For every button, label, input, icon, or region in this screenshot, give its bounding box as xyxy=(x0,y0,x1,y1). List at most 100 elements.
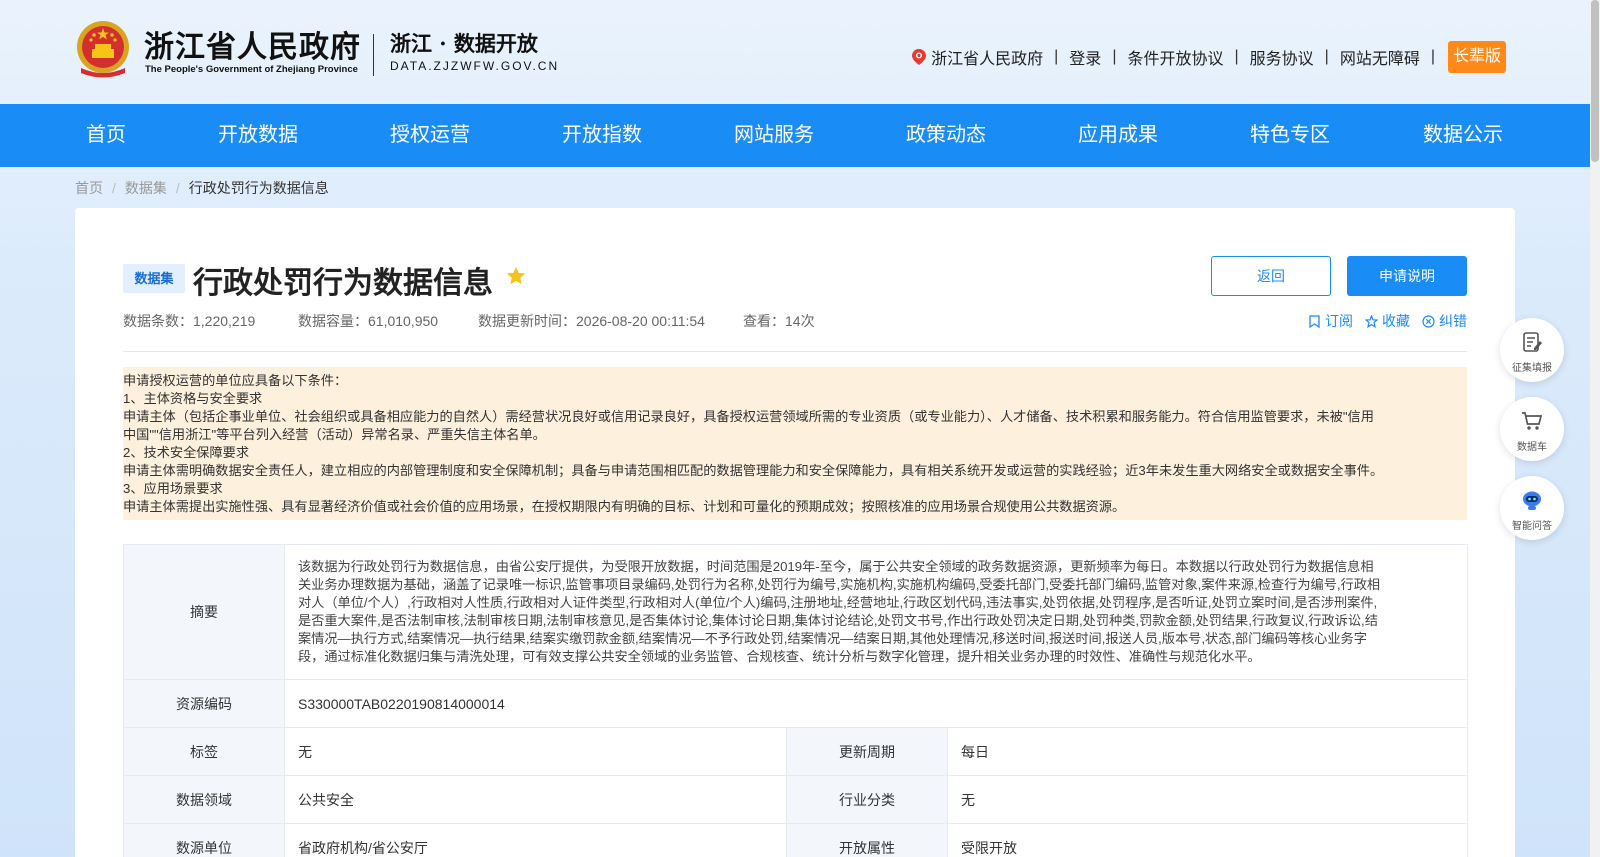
domain-label: 数据领域 xyxy=(123,775,285,824)
header-divider xyxy=(373,34,374,76)
nav-item-authorized-operation[interactable]: 授权运营 xyxy=(390,104,470,167)
abstract-line: 案情况—执行方式,结案情况—执行结果,结案实缴罚款金额,结案情况—不予行政处罚,… xyxy=(298,631,1367,646)
dataset-actions: 订阅 收藏 纠错 xyxy=(1308,311,1467,331)
breadcrumb-home[interactable]: 首页 xyxy=(75,180,103,196)
favorite-label: 收藏 xyxy=(1382,313,1410,329)
location-pin-icon xyxy=(912,49,927,65)
star-outline-icon xyxy=(1365,314,1378,328)
breadcrumb: 首页 / 数据集 / 行政处罚行为数据信息 xyxy=(75,178,329,198)
table-row: 资源编码 S330000TAB0220190814000014 xyxy=(123,679,1468,728)
resource-code-label: 资源编码 xyxy=(123,679,285,728)
data-cart-label: 数据车 xyxy=(1517,442,1547,453)
abstract-line: 关业务办理数据为基础，涵盖了记录唯一标识,监管事项目录编码,处罚行为名称,处罚行… xyxy=(298,577,1381,592)
gov-subtitle: The People's Government of Zhejiang Prov… xyxy=(145,64,358,75)
nav-item-open-index[interactable]: 开放指数 xyxy=(562,104,642,167)
breadcrumb-current: 行政处罚行为数据信息 xyxy=(188,180,329,196)
link-service-agreement[interactable]: 服务协议 xyxy=(1250,45,1314,69)
nav-item-data-publicity[interactable]: 数据公示 xyxy=(1423,104,1503,167)
breadcrumb-dataset[interactable]: 数据集 xyxy=(125,180,167,196)
subscribe-action[interactable]: 订阅 xyxy=(1308,311,1353,331)
notice-line: 3、应用场景要求 xyxy=(123,481,223,496)
link-conditional-agreement[interactable]: 条件开放协议 xyxy=(1127,45,1223,69)
table-row: 数据领域 公共安全 行业分类 无 xyxy=(123,775,1468,824)
nav-item-policy-news[interactable]: 政策动态 xyxy=(906,104,986,167)
abstract-label: 摘要 xyxy=(123,544,285,680)
meta-capacity: 数据容量：61,010,950 xyxy=(298,313,439,329)
shopping-cart-icon xyxy=(1522,412,1543,430)
notice-line: 2、技术安全保障要求 xyxy=(123,445,250,460)
form-edit-icon xyxy=(1523,332,1542,352)
abstract-line: 是否重大案件,是否法制审核,法制审核日期,法制审核意见,是否集体讨论,集体讨论日… xyxy=(298,613,1378,628)
back-button[interactable]: 返回 xyxy=(1211,256,1331,296)
robot-icon xyxy=(1523,491,1541,510)
source-unit-value: 省政府机构/省公安厅 xyxy=(284,823,787,857)
abstract-line: 该数据为行政处罚行为数据信息，由省公安厅提供，为受限开放数据，时间范围是2019… xyxy=(298,559,1374,574)
tag-label: 标签 xyxy=(123,727,285,776)
notice-line: 申请主体需明确数据安全责任人，建立相应的内部管理制度和安全保障机制；具备与申请范… xyxy=(123,463,1384,478)
dataset-detail-card: 数据集 行政处罚行为数据信息 返回 申请说明 数据条数：1,220,219 数据… xyxy=(75,208,1515,857)
notice-line: 申请主体（包括企事业单位、社会组织或具备相应能力的自然人）需经营状况良好或信用记… xyxy=(123,409,1374,424)
breadcrumb-separator: / xyxy=(175,180,180,196)
data-cart-tool[interactable]: 数据车 xyxy=(1500,397,1564,461)
notice-line: 申请授权运营的单位应具备以下条件： xyxy=(123,373,348,388)
open-attribute-label: 开放属性 xyxy=(786,823,948,857)
nav-item-home[interactable]: 首页 xyxy=(86,104,126,167)
abstract-value: 该数据为行政处罚行为数据信息，由省公安厅提供，为受限开放数据，时间范围是2019… xyxy=(284,544,1468,680)
star-icon xyxy=(506,266,526,285)
link-separator: | xyxy=(1112,48,1117,65)
scrollbar-thumb[interactable] xyxy=(1591,0,1599,162)
table-row: 数源单位 省政府机构/省公安厅 开放属性 受限开放 xyxy=(123,823,1468,857)
abstract-line: 对人（单位/个人）,行政相对人性质,行政相对人证件类型,行政相对人(单位/个人)… xyxy=(298,595,1378,610)
dataset-type-badge: 数据集 xyxy=(123,264,185,293)
elder-mode-button[interactable]: 长辈版 xyxy=(1447,41,1506,73)
correct-action[interactable]: 纠错 xyxy=(1422,311,1467,331)
nav-item-special-zone[interactable]: 特色专区 xyxy=(1250,104,1330,167)
industry-value: 无 xyxy=(947,775,1468,824)
smart-qa-label: 智能问答 xyxy=(1512,521,1552,532)
notice-line: 申请主体需提出实施性强、具有显著经济价值或社会价值的应用场景，在授权期限内有明确… xyxy=(123,499,1126,514)
dataset-info-table: 摘要 该数据为行政处罚行为数据信息，由省公安厅提供，为受限开放数据，时间范围是2… xyxy=(123,544,1468,857)
update-cycle-value: 每日 xyxy=(947,727,1468,776)
gov-title: 浙江省人民政府 xyxy=(144,30,361,65)
nav-item-app-results[interactable]: 应用成果 xyxy=(1078,104,1158,167)
subscribe-label: 订阅 xyxy=(1325,313,1353,329)
tag-value: 无 xyxy=(284,727,787,776)
authorization-notice: 申请授权运营的单位应具备以下条件： 1、主体资格与安全要求 申请主体（包括企事业… xyxy=(123,367,1467,520)
notice-line: 中国""信用浙江"等平台列入经营（活动）异常名录、严重失信主体名单。 xyxy=(123,427,546,442)
notice-line: 1、主体资格与安全要求 xyxy=(123,391,263,406)
nav-item-open-data[interactable]: 开放数据 xyxy=(218,104,298,167)
favorite-action[interactable]: 收藏 xyxy=(1365,311,1410,331)
smart-qa-tool[interactable]: 智能问答 xyxy=(1500,476,1564,540)
link-separator: | xyxy=(1234,48,1239,65)
collect-fill-label: 征集填报 xyxy=(1512,363,1552,374)
top-links: 浙江省人民政府 | 登录 | 条件开放协议 | 服务协议 | 网站无障碍 | 长… xyxy=(912,41,1506,73)
dataset-title: 行政处罚行为数据信息 xyxy=(193,267,493,300)
industry-label: 行业分类 xyxy=(786,775,948,824)
open-attribute-value: 受限开放 xyxy=(947,823,1468,857)
national-emblem-icon xyxy=(77,21,129,78)
meta-views: 查看：14次 xyxy=(743,313,815,329)
source-unit-label: 数源单位 xyxy=(123,823,285,857)
abstract-line: 段，通过标准化数据归集与清洗处理，可有效支撑公共安全领域的业务监管、合规核查、统… xyxy=(298,649,1261,664)
meta-update-time: 数据更新时间：2026-08-20 00:11:54 xyxy=(478,313,705,329)
link-accessibility[interactable]: 网站无障碍 xyxy=(1340,45,1420,69)
breadcrumb-separator: / xyxy=(112,180,116,196)
table-row: 摘要 该数据为行政处罚行为数据信息，由省公安厅提供，为受限开放数据，时间范围是2… xyxy=(123,544,1468,680)
apply-instructions-button[interactable]: 申请说明 xyxy=(1347,256,1467,296)
link-separator: | xyxy=(1324,48,1329,65)
collect-fill-tool[interactable]: 征集填报 xyxy=(1500,318,1564,382)
divider xyxy=(123,351,1467,352)
correct-label: 纠错 xyxy=(1439,313,1467,329)
domain-value: 公共安全 xyxy=(284,775,787,824)
portal-title: 浙江 · 数据开放 xyxy=(390,31,538,56)
resource-code-value: S330000TAB0220190814000014 xyxy=(284,679,1468,728)
main-nav: 首页 开放数据 授权运营 开放指数 网站服务 政策动态 应用成果 特色专区 数据… xyxy=(0,104,1590,167)
error-circle-icon xyxy=(1422,314,1435,328)
portal-domain: DATA.ZJZWFW.GOV.CN xyxy=(390,59,560,73)
site-header: 浙江省人民政府 The People's Government of Zheji… xyxy=(0,0,1590,104)
bookmark-icon xyxy=(1309,314,1320,328)
nav-item-site-service[interactable]: 网站服务 xyxy=(734,104,814,167)
link-separator: | xyxy=(1430,48,1435,65)
link-login[interactable]: 登录 xyxy=(1069,45,1101,69)
link-zhejiang-gov[interactable]: 浙江省人民政府 xyxy=(931,45,1043,69)
